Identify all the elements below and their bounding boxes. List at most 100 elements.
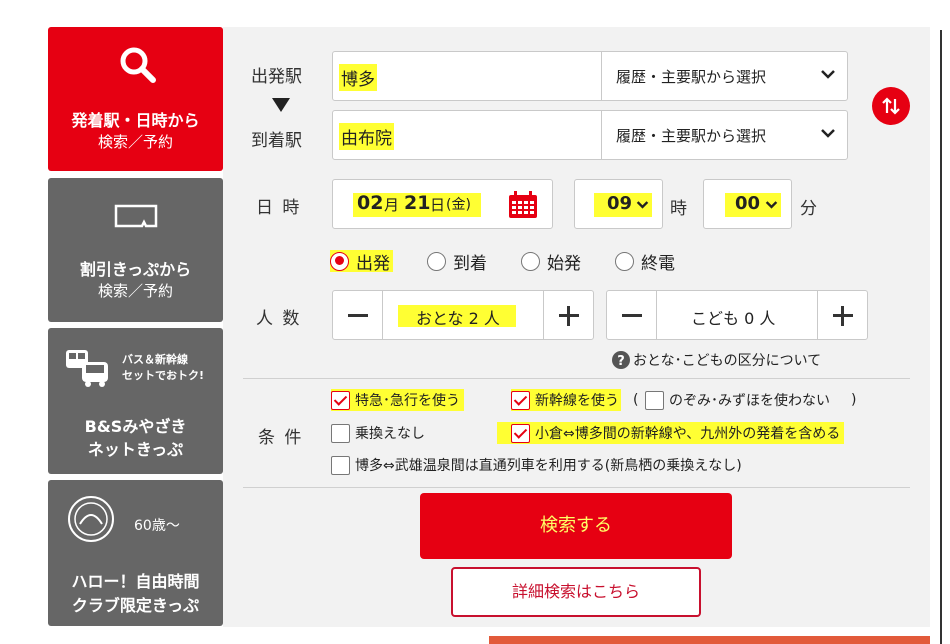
arrival-label: 到着駅: [251, 131, 302, 151]
child-minus-button[interactable]: [607, 291, 657, 339]
ticket-icon: [114, 204, 158, 228]
search-icon: [120, 47, 156, 83]
conditions-label: 条 件: [258, 428, 304, 448]
arrival-station: 由布院 履歴・主要駅から選択: [332, 110, 848, 160]
help-link-text: おとな･こどもの区分について: [633, 353, 822, 369]
chevron-down-icon: [636, 201, 649, 209]
checkbox-box: [511, 390, 530, 410]
bottom-banner-edge: [489, 636, 930, 644]
checkbox-kokura-hakata[interactable]: 小倉⇔博多間の新幹線や、九州外の発着を含める: [497, 422, 845, 444]
date-day: 21: [404, 192, 431, 214]
adult-count: おとな 2 人: [416, 309, 500, 328]
checkbox-box: [511, 423, 530, 443]
calendar-icon: [509, 191, 537, 218]
child-plus-button[interactable]: [817, 291, 867, 339]
select-label: 履歴・主要駅から選択: [616, 127, 767, 145]
radio-circle: [615, 251, 634, 271]
checkbox-label: 新幹線を使う: [535, 393, 619, 409]
adult-plus-button[interactable]: [543, 291, 593, 339]
down-arrow-icon: [272, 98, 290, 112]
paren-open: (: [633, 392, 639, 408]
age-label: 60歳〜: [134, 518, 180, 534]
select-label: 履歴・主要駅から選択: [616, 68, 767, 86]
chevron-down-icon: [765, 201, 778, 209]
child-stepper: こども 0 人: [606, 290, 868, 340]
radio-first-train[interactable]: 始発: [521, 250, 581, 274]
hour-select[interactable]: 09: [574, 179, 663, 229]
tab-label-line1: 割引きっぷから: [79, 260, 192, 279]
datetime-label: 日 時: [256, 198, 302, 218]
radio-departure[interactable]: 出発: [330, 250, 393, 274]
hour-unit: 時: [670, 199, 687, 219]
help-icon: ?: [612, 351, 630, 369]
tab-label-line2: クラブ限定きっぷ: [71, 596, 200, 615]
hello-club-logo-icon: [68, 496, 114, 542]
tab-label-line2: 検索／予約: [97, 133, 173, 151]
date-weekday: (金): [446, 197, 471, 213]
swap-stations-button[interactable]: [872, 87, 910, 125]
tab-station-date-search[interactable]: 発着駅・日時から 検索／予約: [48, 27, 223, 171]
arrival-station-input[interactable]: 由布院: [339, 123, 394, 150]
tab-label-line1: B&Sみやざき: [84, 417, 187, 436]
checkbox-box: [331, 423, 350, 443]
checkbox-no-transfer[interactable]: 乗換えなし: [331, 422, 425, 444]
checkbox-takeo-direct[interactable]: 博多⇔武雄温泉間は直通列車を利用する(新鳥栖の乗換えなし): [331, 454, 742, 476]
people-label: 人 数: [256, 309, 302, 329]
checkbox-no-nozomi[interactable]: のぞみ･みずほを使わない: [645, 389, 830, 411]
tab-bus-shinkansen-ticket[interactable]: バス＆新幹線 セットでおトク! B&Sみやざき ネットきっぷ: [48, 328, 223, 474]
radio-last-train[interactable]: 終電: [615, 250, 675, 274]
search-button[interactable]: 検索する: [420, 493, 732, 559]
departure-station-select[interactable]: 履歴・主要駅から選択: [601, 52, 849, 100]
swap-icon: [882, 97, 900, 115]
section-divider: [243, 487, 910, 488]
tab-label-line2: 検索／予約: [97, 282, 173, 300]
tab-label-line1: 発着駅・日時から: [71, 111, 200, 130]
promo-badge-line1: バス＆新幹線: [122, 353, 188, 366]
adult-minus-button[interactable]: [333, 291, 383, 339]
bus-train-icon: [66, 350, 108, 387]
tab-label-line2: ネットきっぷ: [87, 440, 184, 459]
minute-select[interactable]: 00: [703, 179, 792, 229]
hour-value: 09: [607, 193, 633, 214]
radio-label: 到着: [453, 253, 487, 274]
svg-text:?: ?: [617, 354, 625, 369]
minute-unit: 分: [800, 199, 817, 219]
adult-stepper: おとな 2 人: [332, 290, 594, 340]
date-month: 02: [357, 192, 384, 214]
promo-badge-line2: セットでおトク!: [122, 369, 205, 382]
divider: [940, 30, 942, 644]
checkbox-box: [645, 390, 664, 410]
tab-discount-ticket-search[interactable]: 割引きっぷから 検索／予約: [48, 178, 223, 322]
radio-circle: [521, 251, 540, 271]
date-picker[interactable]: 02 月 21 日 (金): [332, 179, 553, 229]
radio-circle: [330, 251, 349, 271]
tab-label-line1: ハロー！自由時間: [71, 572, 200, 591]
checkbox-label: 特急･急行を使う: [355, 393, 460, 409]
checkbox-label: のぞみ･みずほを使わない: [669, 393, 830, 409]
checkbox-express[interactable]: 特急･急行を使う: [331, 389, 464, 411]
checkbox-label: 乗換えなし: [355, 426, 425, 442]
chevron-down-icon: [821, 129, 835, 138]
section-divider: [243, 378, 910, 379]
date-day-unit: 日: [430, 196, 446, 214]
checkbox-label: 博多⇔武雄温泉間は直通列車を利用する(新鳥栖の乗換えなし): [355, 458, 742, 474]
minute-value: 00: [735, 193, 761, 214]
passenger-category-help-link[interactable]: ? おとな･こどもの区分について: [612, 350, 821, 370]
search-form-screen: 発着駅・日時から 検索／予約 割引きっぷから 検索／予約 バス＆新幹線 セットで…: [0, 0, 950, 644]
checkbox-label: 小倉⇔博多間の新幹線や、九州外の発着を含める: [535, 426, 841, 442]
tab-hello-free-time-club[interactable]: 60歳〜 ハロー！自由時間 クラブ限定きっぷ: [48, 480, 223, 626]
radio-label: 終電: [641, 253, 675, 274]
chevron-down-icon: [821, 70, 835, 79]
checkbox-shinkansen[interactable]: 新幹線を使う: [511, 389, 621, 411]
radio-label: 出発: [356, 253, 390, 274]
paren-close: ): [851, 392, 857, 408]
arrival-station-select[interactable]: 履歴・主要駅から選択: [601, 111, 849, 159]
radio-arrival[interactable]: 到着: [427, 250, 487, 274]
radio-circle: [427, 251, 446, 271]
departure-station-input[interactable]: 博多: [339, 64, 377, 91]
departure-label: 出発駅: [251, 67, 302, 87]
child-count: こども 0 人: [691, 309, 776, 328]
checkbox-box: [331, 455, 350, 475]
detail-search-button[interactable]: 詳細検索はこちら: [451, 567, 701, 617]
date-month-unit: 月: [384, 196, 400, 214]
